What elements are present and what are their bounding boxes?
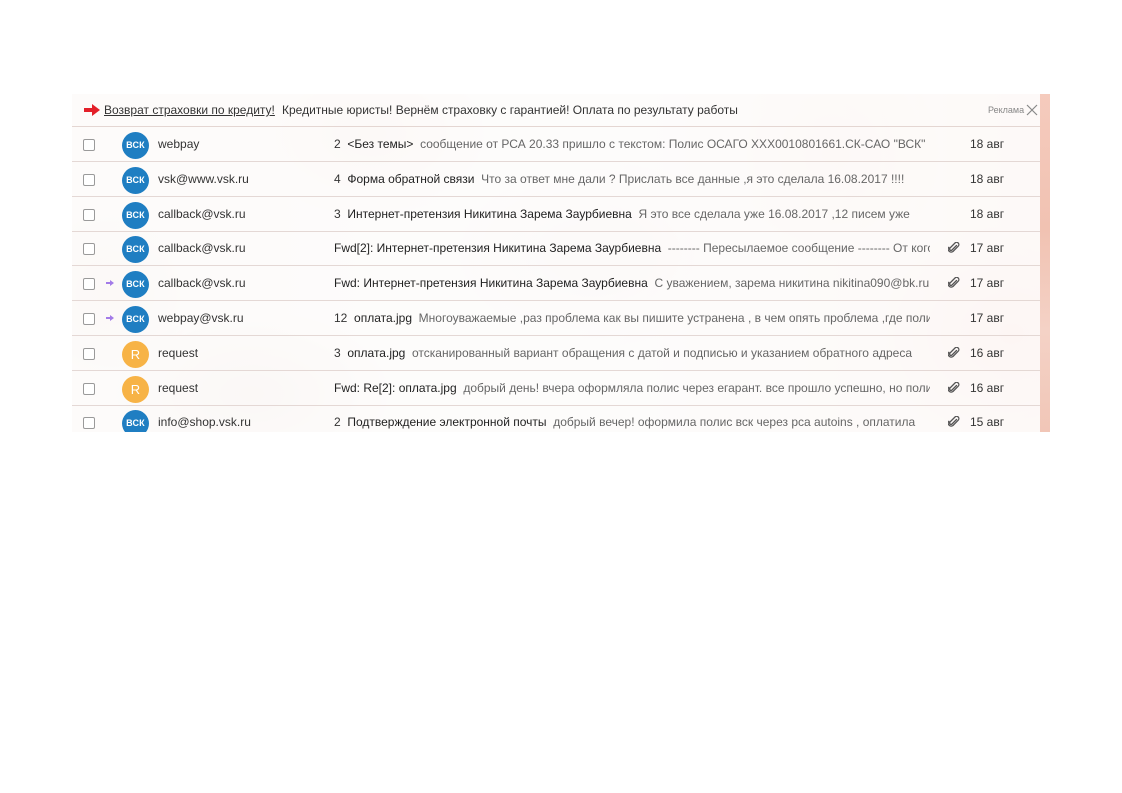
message-row[interactable]: Rrequest 3 оплата.jpg отсканированный вар… bbox=[72, 336, 1040, 371]
message-date: 17 авг bbox=[970, 311, 1005, 325]
sender-avatar[interactable]: ВСК bbox=[122, 166, 149, 194]
message-snippet: добрый вечер! оформила полис вск через р… bbox=[553, 415, 916, 430]
message-snippet: сообщение от РСА 20.33 пришло с текстом:… bbox=[420, 137, 926, 151]
red-arrow-icon bbox=[84, 104, 100, 116]
message-date: 16 авг bbox=[970, 380, 1005, 395]
message-row[interactable]: ВСК webpay 2 <Без темы> сообщение от РСА 2… bbox=[72, 127, 1040, 162]
message-subject: Подтверждение электронной почты bbox=[347, 415, 547, 430]
message-subject: Fwd: Re[2]: оплата.jpg bbox=[334, 380, 457, 395]
message-snippet: добрый день! вчера оформляла полис через… bbox=[463, 380, 930, 395]
message-row[interactable]: Rrequest Fwd: Re[2]: оплата.jpg добрый де… bbox=[72, 371, 1040, 406]
message-subject: <Без темы> bbox=[347, 137, 414, 151]
thread-count: 3 bbox=[334, 206, 341, 221]
sender-avatar[interactable]: ВСК bbox=[122, 201, 149, 229]
message-date: 18 авг bbox=[970, 171, 1005, 186]
ad-link[interactable]: Возврат страховки по кредиту! bbox=[104, 94, 275, 126]
select-checkbox[interactable] bbox=[83, 173, 95, 186]
thread-count: 3 bbox=[334, 345, 341, 360]
message-preview[interactable]: 12 оплата.jpg Многоуважаемые ,раз пробле… bbox=[334, 301, 930, 335]
message-snippet: отсканированный вариант обращения с дато… bbox=[412, 345, 913, 360]
message-row[interactable]: ВСК info@shop.vsk.ru 2 Подтверждение элект… bbox=[72, 405, 1040, 432]
sender-avatar[interactable]: R bbox=[122, 375, 149, 403]
message-date: 15 авг bbox=[970, 415, 1005, 430]
message-row[interactable]: ВСК webpay@vsk.ru 12 оплата.jpg Многоуважа… bbox=[72, 301, 1040, 336]
thread-count: 2 bbox=[334, 137, 341, 151]
message-snippet: -------- Пересылаемое сообщение --------… bbox=[667, 241, 930, 256]
sender-avatar[interactable]: ВСК bbox=[122, 132, 149, 159]
message-row[interactable]: ВСК vsk@www.vsk.ru 4 Форма обратной связи … bbox=[72, 162, 1040, 197]
select-checkbox[interactable] bbox=[83, 278, 95, 291]
message-preview[interactable]: Fwd: Re[2]: оплата.jpg добрый день! вчер… bbox=[334, 371, 930, 405]
forwarded-arrow-icon bbox=[106, 280, 114, 287]
message-snippet: С уважением, зарема никитина nikitina090… bbox=[654, 276, 930, 291]
paperclip-icon[interactable] bbox=[948, 416, 960, 428]
sender-avatar[interactable]: ВСК bbox=[122, 306, 149, 333]
ad-text[interactable]: Кредитные юристы! Вернём страховку с гар… bbox=[282, 94, 738, 126]
thread-count: 12 bbox=[334, 311, 348, 325]
message-snippet: Я это все сделала уже 16.08.2017 ,12 пис… bbox=[638, 206, 910, 221]
ad-label: Реклама bbox=[988, 105, 1025, 115]
paperclip-icon[interactable] bbox=[948, 346, 960, 359]
sender-name[interactable]: webpay@vsk.ru bbox=[158, 301, 328, 335]
ad-banner[interactable]: Возврат страховки по кредиту! Кредитные … bbox=[72, 94, 1040, 127]
sender-name[interactable]: callback@vsk.ru bbox=[158, 197, 328, 231]
mail-list-panel: Возврат страховки по кредиту! Кредитные … bbox=[72, 94, 1050, 432]
background-decoration bbox=[1040, 94, 1050, 432]
message-row[interactable]: ВСК callback@vsk.ru Fwd[2]: Интернет-прете… bbox=[72, 231, 1040, 267]
message-preview[interactable]: Fwd: Интернет-претензия Никитина Зарема … bbox=[334, 266, 930, 300]
paperclip-icon[interactable] bbox=[948, 381, 960, 394]
select-checkbox[interactable] bbox=[83, 313, 95, 325]
sender-avatar[interactable]: ВСК bbox=[122, 410, 149, 432]
thread-count: 4 bbox=[334, 171, 341, 186]
message-preview[interactable]: 3 Интернет-претензия Никитина Зарема Зау… bbox=[334, 197, 930, 231]
message-preview[interactable]: 3 оплата.jpg отсканированный вариант обр… bbox=[334, 336, 930, 370]
message-row[interactable]: ВСК callback@vsk.ru Fwd: Интернет-претензи… bbox=[72, 266, 1040, 302]
forwarded-arrow-icon bbox=[106, 315, 114, 321]
message-date: 17 авг bbox=[970, 241, 1005, 256]
sender-name[interactable]: request bbox=[158, 336, 328, 370]
message-row[interactable]: ВСК callback@vsk.ru 3 Интернет-претензия Н… bbox=[72, 197, 1040, 232]
select-checkbox[interactable] bbox=[83, 139, 95, 151]
sender-name[interactable]: vsk@www.vsk.ru bbox=[158, 162, 328, 196]
sender-name[interactable]: request bbox=[158, 371, 328, 405]
select-checkbox[interactable] bbox=[83, 417, 95, 430]
select-checkbox[interactable] bbox=[83, 347, 95, 360]
close-icon[interactable] bbox=[1026, 104, 1038, 116]
sender-avatar[interactable]: ВСК bbox=[122, 271, 149, 299]
message-snippet: Что за ответ мне дали ? Прислать все дан… bbox=[481, 171, 905, 186]
message-subject: оплата.jpg bbox=[347, 345, 406, 360]
message-subject: Fwd[2]: Интернет-претензия Никитина Заре… bbox=[334, 241, 662, 256]
message-subject: Форма обратной связи bbox=[347, 171, 475, 186]
sender-avatar[interactable]: ВСК bbox=[122, 236, 149, 264]
message-snippet: Многоуважаемые ,раз проблема как вы пиши… bbox=[418, 311, 930, 325]
paperclip-icon[interactable] bbox=[948, 242, 960, 254]
message-preview[interactable]: 4 Форма обратной связи Что за ответ мне … bbox=[334, 162, 930, 196]
sender-name[interactable]: callback@vsk.ru bbox=[158, 231, 328, 265]
select-checkbox[interactable] bbox=[83, 208, 95, 221]
select-checkbox[interactable] bbox=[83, 382, 95, 395]
message-subject: оплата.jpg bbox=[354, 311, 412, 325]
sender-name[interactable]: callback@vsk.ru bbox=[158, 266, 328, 300]
thread-count: 2 bbox=[334, 415, 341, 430]
select-checkbox[interactable] bbox=[83, 243, 95, 256]
message-preview[interactable]: Fwd[2]: Интернет-претензия Никитина Заре… bbox=[334, 231, 930, 265]
message-subject: Fwd: Интернет-претензия Никитина Зарема … bbox=[334, 276, 648, 291]
message-list: Возврат страховки по кредиту! Кредитные … bbox=[72, 94, 1040, 432]
message-date: 18 авг bbox=[970, 206, 1005, 221]
message-preview[interactable]: 2 <Без темы> сообщение от РСА 20.33 приш… bbox=[334, 127, 930, 161]
paperclip-icon[interactable] bbox=[948, 277, 960, 289]
sender-avatar[interactable]: R bbox=[122, 340, 149, 368]
message-date: 16 авг bbox=[970, 345, 1005, 360]
message-date: 18 авг bbox=[970, 137, 1005, 151]
sender-name[interactable]: webpay bbox=[158, 127, 328, 161]
message-preview[interactable]: 2 Подтверждение электронной почты добрый… bbox=[334, 405, 930, 432]
sender-name[interactable]: info@shop.vsk.ru bbox=[158, 405, 328, 432]
message-subject: Интернет-претензия Никитина Зарема Заурб… bbox=[347, 206, 632, 221]
message-date: 17 авг bbox=[970, 276, 1005, 291]
